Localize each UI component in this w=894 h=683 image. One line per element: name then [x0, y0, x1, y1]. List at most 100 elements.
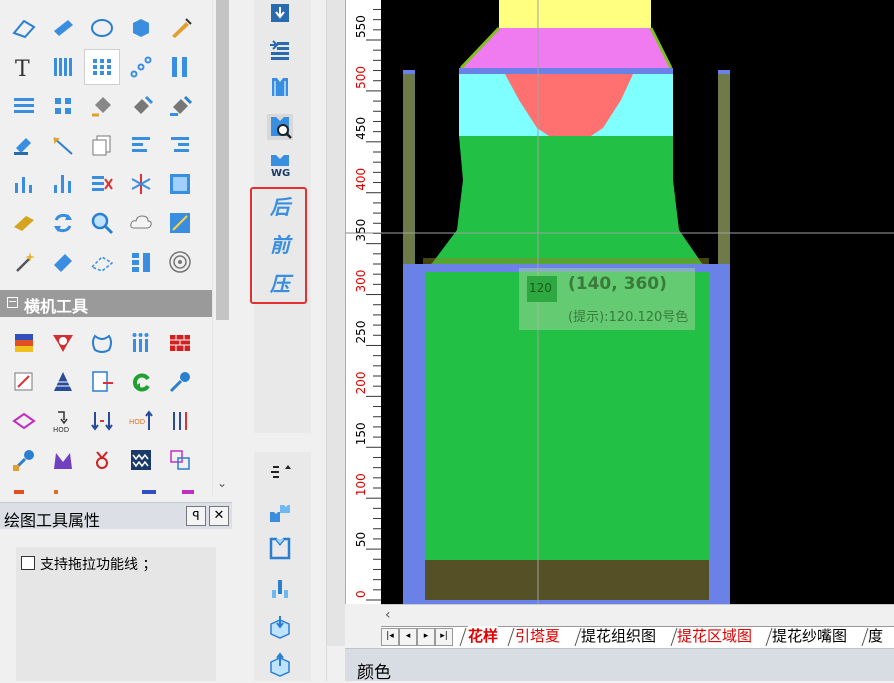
- ruler-label: 350: [354, 219, 368, 242]
- pen-icon[interactable]: [162, 10, 198, 46]
- box-up-icon[interactable]: [257, 648, 303, 682]
- filled-ellipse-icon[interactable]: [123, 10, 159, 46]
- tooltip-coords: (140, 360): [568, 274, 667, 294]
- scroll-left-icon[interactable]: ‹: [385, 607, 391, 623]
- next-page-icon[interactable]: ▸: [417, 628, 435, 646]
- prev-page-icon[interactable]: ◂: [399, 628, 417, 646]
- hod-down-icon[interactable]: HOD: [45, 403, 81, 439]
- garment-search-icon[interactable]: [257, 110, 303, 144]
- drag-function-checkbox[interactable]: [21, 556, 35, 570]
- dropper-icon[interactable]: [6, 442, 42, 478]
- wg-label: WG: [271, 168, 290, 178]
- collar-icon[interactable]: [84, 325, 120, 361]
- grid-dots-icon[interactable]: [84, 49, 120, 85]
- neck-yellow: [499, 0, 651, 28]
- cloud-icon[interactable]: [123, 205, 159, 241]
- bar-tool-icon[interactable]: [45, 10, 81, 46]
- fill-tool-3-icon[interactable]: [162, 88, 198, 124]
- bow-icon[interactable]: [84, 442, 120, 478]
- bar-chart-icon[interactable]: [6, 166, 42, 202]
- scroll-down-icon[interactable]: ⌄: [217, 476, 227, 490]
- align-right-icon[interactable]: [162, 127, 198, 163]
- color-panel: 颜色: [345, 648, 894, 683]
- line-draw-icon[interactable]: [45, 127, 81, 163]
- knit-badge-icon[interactable]: [45, 325, 81, 361]
- fill-tool-2-icon[interactable]: [123, 88, 159, 124]
- magnifier-icon[interactable]: [84, 205, 120, 241]
- stitch-columns-icon[interactable]: [123, 325, 159, 361]
- knit-color-icon[interactable]: [6, 325, 42, 361]
- front-button[interactable]: 前: [257, 226, 303, 260]
- column-grid-icon[interactable]: [123, 244, 159, 280]
- sweater-download-icon[interactable]: [257, 0, 303, 30]
- back-button[interactable]: 后: [257, 188, 303, 222]
- m-shape-icon[interactable]: [45, 442, 81, 478]
- garment-panel-icon[interactable]: [257, 70, 303, 104]
- transfer-icon[interactable]: [84, 403, 120, 439]
- close-button[interactable]: ✕: [209, 506, 229, 526]
- paint-brush-icon[interactable]: [6, 127, 42, 163]
- horizontal-scrollbar[interactable]: ‹: [381, 604, 894, 626]
- eraser-shape-icon[interactable]: [6, 10, 42, 46]
- box-down-icon[interactable]: [257, 610, 303, 644]
- triple-bar-icon[interactable]: [162, 403, 198, 439]
- garment-outline-icon[interactable]: [257, 532, 303, 566]
- text-tool-icon[interactable]: T: [6, 49, 42, 85]
- scroll-track-right[interactable]: [327, 0, 345, 646]
- copy-page-icon[interactable]: [84, 127, 120, 163]
- ruler-label: 100: [354, 473, 368, 496]
- partial-row-icons: [14, 490, 194, 494]
- stack-icon[interactable]: [45, 364, 81, 400]
- refresh-icon[interactable]: [45, 205, 81, 241]
- import-list-icon[interactable]: [257, 32, 303, 66]
- spiral-icon[interactable]: [162, 244, 198, 280]
- four-squares-icon[interactable]: [45, 88, 81, 124]
- dashed-select-icon[interactable]: [84, 244, 120, 280]
- align-left-icon[interactable]: [123, 127, 159, 163]
- ellipse-icon[interactable]: [84, 10, 120, 46]
- left-scrollbar[interactable]: ⌄: [212, 0, 233, 495]
- first-page-icon[interactable]: |◂: [381, 628, 399, 646]
- brick-icon[interactable]: [162, 325, 198, 361]
- left-palette: T: [0, 0, 212, 290]
- magic-wand-icon[interactable]: [6, 244, 42, 280]
- delete-rows-icon[interactable]: [84, 166, 120, 202]
- gold-bar-icon[interactable]: [6, 205, 42, 241]
- hod-up-icon[interactable]: HOD: [123, 403, 159, 439]
- vertical-lines-icon[interactable]: [45, 49, 81, 85]
- scroll-thumb[interactable]: [216, 0, 229, 320]
- ruler-label: 450: [354, 117, 368, 140]
- knit-edit-icon[interactable]: [6, 364, 42, 400]
- last-page-icon[interactable]: ▸|: [435, 628, 453, 646]
- green-arrow-icon[interactable]: [123, 364, 159, 400]
- hem-dark: [425, 560, 709, 600]
- pattern-canvas[interactable]: 120 (140, 360) (提示):120.120号色: [381, 0, 894, 604]
- garment-shapes-icon[interactable]: [257, 496, 303, 530]
- horizontal-lines-icon[interactable]: [6, 88, 42, 124]
- split-icon[interactable]: [123, 166, 159, 202]
- diamond-icon[interactable]: [6, 403, 42, 439]
- overlap-squares-icon[interactable]: [162, 442, 198, 478]
- diagonal-dots-icon[interactable]: [123, 49, 159, 85]
- needle-icon[interactable]: [162, 364, 198, 400]
- pattern-align-icon[interactable]: [257, 572, 303, 606]
- toolbar-expand-icon[interactable]: [257, 455, 303, 489]
- press-button[interactable]: 压: [257, 265, 303, 299]
- cursor-label: 120: [529, 281, 552, 295]
- knit-doc-icon[interactable]: [84, 364, 120, 400]
- fill-bucket-icon[interactable]: [84, 88, 120, 124]
- eraser-icon[interactable]: [45, 244, 81, 280]
- drag-function-label: 支持拖拉功能线 ；: [40, 557, 157, 573]
- transform-icon[interactable]: [162, 205, 198, 241]
- frame-icon[interactable]: [162, 166, 198, 202]
- pin-button[interactable]: ꟼ: [186, 506, 206, 526]
- ruler-label: 400: [354, 168, 368, 191]
- knit-pattern-icon[interactable]: [123, 442, 159, 478]
- wg-garment-icon[interactable]: WG: [257, 148, 303, 182]
- section-header[interactable]: − 横机工具: [0, 290, 212, 317]
- collapse-icon[interactable]: −: [7, 296, 18, 308]
- back-label: 后: [270, 194, 290, 219]
- svg-text:HOD: HOD: [53, 426, 69, 434]
- bar-chart-2-icon[interactable]: [45, 166, 81, 202]
- double-column-icon[interactable]: [162, 49, 198, 85]
